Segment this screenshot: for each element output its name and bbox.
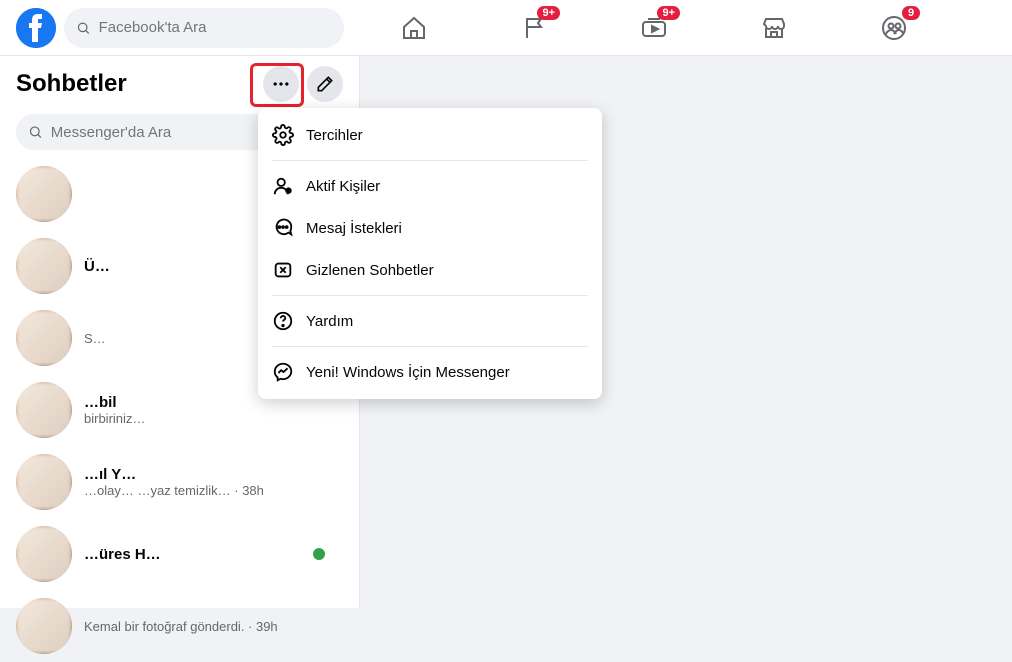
menu-preferences[interactable]: Tercihler bbox=[258, 114, 602, 156]
active-status-icon bbox=[311, 546, 327, 562]
menu-label: Mesaj İstekleri bbox=[306, 220, 402, 237]
chat-name: Ü… bbox=[84, 258, 110, 275]
search-icon bbox=[28, 124, 43, 140]
groups-badge: 9 bbox=[902, 6, 920, 20]
menu-label: Tercihler bbox=[306, 127, 363, 144]
avatar bbox=[16, 526, 72, 582]
messenger-icon bbox=[272, 361, 294, 383]
home-button[interactable] bbox=[394, 8, 434, 48]
gear-icon bbox=[272, 124, 294, 146]
compose-icon bbox=[315, 74, 335, 94]
home-icon bbox=[400, 14, 428, 42]
avatar bbox=[16, 166, 72, 222]
chat-name: …üres H… bbox=[84, 546, 161, 563]
person-icon bbox=[272, 175, 294, 197]
menu-label: Yeni! Windows İçin Messenger bbox=[306, 364, 510, 381]
ellipsis-icon bbox=[271, 74, 291, 94]
chat-name: …ıl Y… bbox=[84, 466, 264, 483]
chat-subtitle: S… bbox=[84, 331, 106, 346]
avatar bbox=[16, 454, 72, 510]
menu-windows-messenger[interactable]: Yeni! Windows İçin Messenger bbox=[258, 351, 602, 393]
archive-icon bbox=[272, 259, 294, 281]
menu-hidden-chats[interactable]: Gizlenen Sohbetler bbox=[258, 249, 602, 291]
sidebar-title: Sohbetler bbox=[16, 70, 127, 98]
avatar bbox=[16, 238, 72, 294]
menu-label: Gizlenen Sohbetler bbox=[306, 262, 434, 279]
chat-item[interactable]: …ıl Y……olay… …yaz temizlik… · 38h bbox=[16, 446, 343, 518]
chat-subtitle: …olay… …yaz temizlik… · 38h bbox=[84, 483, 264, 498]
avatar bbox=[16, 598, 72, 654]
chat-item[interactable]: …üres H… bbox=[16, 518, 343, 590]
more-options-button[interactable] bbox=[263, 66, 299, 102]
marketplace-icon bbox=[760, 14, 788, 42]
divider bbox=[272, 295, 588, 296]
top-nav-icons: 9+ 9+ 9 bbox=[394, 8, 914, 48]
global-search[interactable] bbox=[64, 8, 344, 48]
menu-active-contacts[interactable]: Aktif Kişiler bbox=[258, 165, 602, 207]
options-dropdown: Tercihler Aktif Kişiler Mesaj İstekleri … bbox=[258, 108, 602, 399]
divider bbox=[272, 160, 588, 161]
top-nav: 9+ 9+ 9 bbox=[0, 0, 1012, 56]
chat-subtitle: Kemal bir fotoğraf gönderdi. · 39h bbox=[84, 619, 278, 634]
chat-name: …bil bbox=[84, 394, 145, 411]
watch-badge: 9+ bbox=[657, 6, 680, 20]
menu-help[interactable]: Yardım bbox=[258, 300, 602, 342]
new-message-button[interactable] bbox=[307, 66, 343, 102]
menu-message-requests[interactable]: Mesaj İstekleri bbox=[258, 207, 602, 249]
groups-button[interactable]: 9 bbox=[874, 8, 914, 48]
chat-icon bbox=[272, 217, 294, 239]
pages-badge: 9+ bbox=[537, 6, 560, 20]
chat-subtitle: birbiriniz… bbox=[84, 411, 145, 426]
avatar bbox=[16, 382, 72, 438]
chat-item[interactable]: Kemal bir fotoğraf gönderdi. · 39h bbox=[16, 590, 343, 662]
avatar bbox=[16, 310, 72, 366]
facebook-logo[interactable] bbox=[16, 8, 56, 48]
menu-label: Aktif Kişiler bbox=[306, 178, 380, 195]
search-icon bbox=[76, 20, 91, 36]
menu-label: Yardım bbox=[306, 313, 353, 330]
divider bbox=[272, 346, 588, 347]
marketplace-button[interactable] bbox=[754, 8, 794, 48]
watch-button[interactable]: 9+ bbox=[634, 8, 674, 48]
global-search-input[interactable] bbox=[99, 19, 332, 36]
help-icon bbox=[272, 310, 294, 332]
pages-button[interactable]: 9+ bbox=[514, 8, 554, 48]
